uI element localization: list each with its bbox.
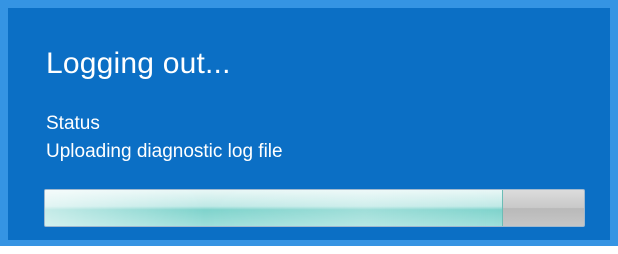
status-text: Uploading diagnostic log file xyxy=(46,141,283,162)
dialog-title: Logging out... xyxy=(46,47,231,80)
progress-bar-fill xyxy=(45,190,504,226)
logout-dialog: Logging out... Status Uploading diagnost… xyxy=(0,0,618,246)
progress-bar xyxy=(44,189,585,227)
status-label: Status xyxy=(46,113,100,134)
